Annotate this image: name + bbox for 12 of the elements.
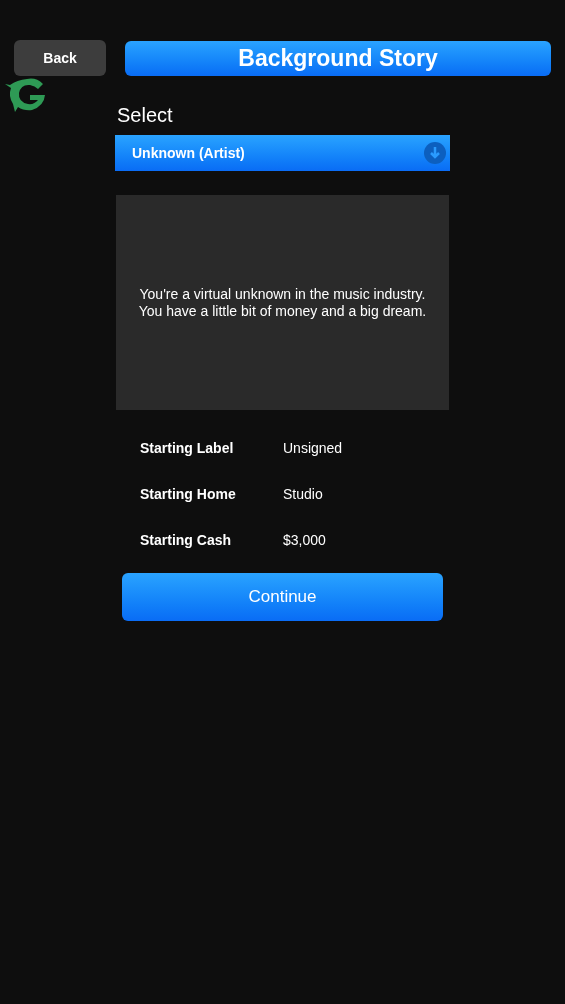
detail-label: Starting Cash: [140, 530, 232, 550]
description-text: You're a virtual unknown in the music industry. You have a little bit of money and a big dream.: [137, 285, 428, 320]
dropdown[interactable]: Unknown (Artist): [115, 135, 450, 171]
detail-value: Unsigned: [283, 438, 343, 458]
back-button[interactable]: Back: [14, 40, 106, 76]
select-label: Select: [117, 103, 173, 128]
detail-value: Studio: [283, 484, 323, 504]
detail-label: Starting Home: [140, 484, 237, 504]
detail-value: $3,000: [283, 530, 326, 550]
continue-button[interactable]: Continue: [122, 573, 443, 621]
detail-label: Starting Label: [140, 438, 235, 458]
screen-title: Background Story: [125, 41, 551, 76]
